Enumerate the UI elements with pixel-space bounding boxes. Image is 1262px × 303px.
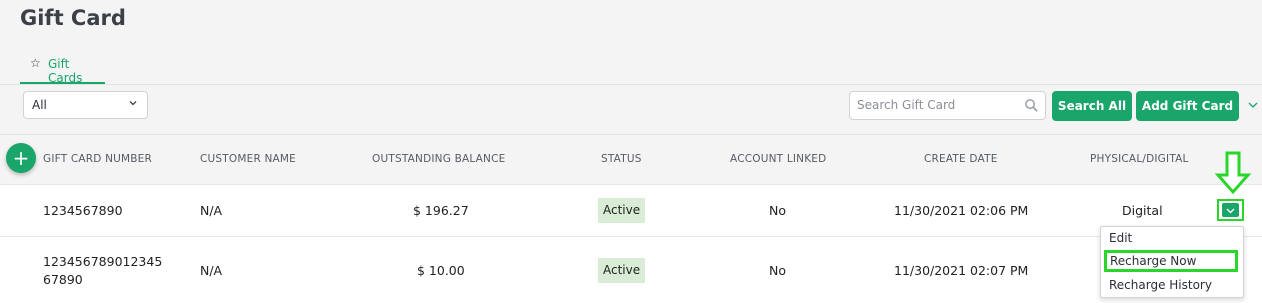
search-input[interactable]: Search Gift Card — [849, 91, 1046, 120]
gift-card-number-line-2: 67890 — [43, 272, 83, 287]
customer-name: N/A — [200, 203, 223, 218]
column-header-outstanding-balance[interactable]: OUTSTANDING BALANCE — [372, 153, 505, 165]
search-placeholder: Search Gift Card — [857, 98, 956, 112]
physical-digital: Digital — [1122, 203, 1163, 218]
divider — [0, 184, 1262, 185]
status-badge: Active — [598, 198, 646, 223]
column-header-status[interactable]: STATUS — [601, 153, 642, 165]
star-icon: ☆ — [30, 56, 41, 70]
column-header-customer-name[interactable]: CUSTOMER NAME — [200, 153, 296, 165]
add-row-button[interactable]: + — [6, 143, 36, 173]
account-linked: No — [769, 203, 786, 218]
column-header-create-date[interactable]: CREATE DATE — [924, 153, 998, 165]
add-gift-card-button[interactable]: Add Gift Card — [1136, 91, 1239, 121]
arrow-down-icon — [1214, 151, 1252, 195]
account-linked: No — [769, 263, 786, 278]
row-actions-menu: Edit Recharge Now Recharge History — [1100, 226, 1244, 298]
menu-item-recharge-history[interactable]: Recharge History — [1109, 278, 1212, 292]
row-actions-dropdown-button[interactable] — [1217, 199, 1244, 221]
create-date: 11/30/2021 02:07 PM — [894, 263, 1029, 278]
column-header-gift-card-number[interactable]: GIFT CARD NUMBER — [43, 153, 152, 165]
menu-item-recharge-now[interactable]: Recharge Now — [1104, 250, 1238, 272]
menu-item-edit[interactable]: Edit — [1109, 231, 1132, 245]
page-title: Gift Card — [20, 6, 126, 30]
column-header-account-linked[interactable]: ACCOUNT LINKED — [730, 153, 826, 165]
chevron-down-icon[interactable] — [1247, 99, 1259, 111]
tab-label: Gift Cards — [48, 57, 83, 85]
status-filter-select[interactable]: All — [23, 91, 148, 119]
gift-card-number-line-1: 123456789012345 — [43, 254, 163, 269]
search-icon[interactable] — [1024, 98, 1039, 113]
chevron-down-icon — [1226, 208, 1235, 214]
divider — [0, 236, 1262, 237]
chevron-down-icon — [129, 101, 137, 106]
divider — [0, 134, 1262, 135]
column-header-physical-digital[interactable]: PHYSICAL/DIGITAL — [1090, 153, 1189, 165]
outstanding-balance: $ 10.00 — [417, 263, 465, 278]
divider — [0, 84, 1262, 85]
status-badge: Active — [598, 258, 646, 283]
search-all-button[interactable]: Search All — [1052, 91, 1132, 121]
filter-value: All — [32, 98, 47, 112]
create-date: 11/30/2021 02:06 PM — [894, 203, 1029, 218]
outstanding-balance: $ 196.27 — [413, 203, 469, 218]
customer-name: N/A — [200, 263, 223, 278]
gift-card-number: 1234567890 — [43, 203, 123, 218]
